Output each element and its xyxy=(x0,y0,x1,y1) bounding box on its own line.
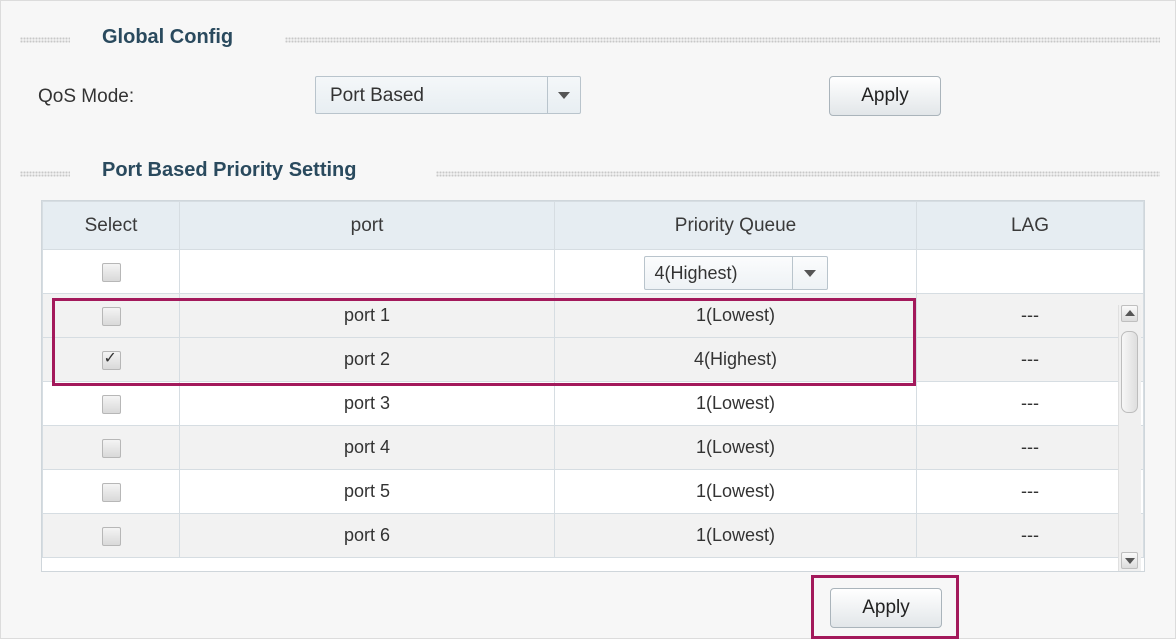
scrollbar-thumb[interactable] xyxy=(1121,331,1138,413)
bulk-port-cell xyxy=(179,249,555,294)
port-cell: port 3 xyxy=(179,381,555,426)
table-row[interactable]: port 5 1(Lowest) --- xyxy=(42,469,1144,514)
table-row[interactable]: port 6 1(Lowest) --- xyxy=(42,513,1144,558)
column-header-port[interactable]: port xyxy=(179,201,555,250)
priority-cell: 1(Lowest) xyxy=(554,425,917,470)
column-header-select[interactable]: Select xyxy=(42,201,180,250)
table-row[interactable]: port 4 1(Lowest) --- xyxy=(42,425,1144,470)
lag-cell: --- xyxy=(916,469,1144,514)
bulk-priority-select[interactable]: 4(Highest) xyxy=(643,255,828,290)
bulk-priority-value: 4(Highest) xyxy=(654,262,738,283)
priority-cell: 1(Lowest) xyxy=(554,381,917,426)
checkmark-icon: ✓ xyxy=(103,349,117,367)
qos-mode-label: QoS Mode: xyxy=(38,86,135,107)
lag-cell: --- xyxy=(916,293,1144,338)
section-divider xyxy=(436,171,1160,177)
port-cell: port 2 xyxy=(179,337,555,382)
row-checkbox[interactable] xyxy=(101,438,121,458)
column-header-priority[interactable]: Priority Queue xyxy=(554,201,917,250)
lag-cell: --- xyxy=(916,381,1144,426)
lag-cell: --- xyxy=(916,513,1144,558)
priority-cell: 4(Highest) xyxy=(554,337,917,382)
qos-mode-select[interactable]: Port Based xyxy=(315,76,581,114)
port-priority-apply-button[interactable]: Apply xyxy=(830,588,942,628)
table-row[interactable]: ✓ port 2 4(Highest) --- xyxy=(42,337,1144,382)
port-cell: port 5 xyxy=(179,469,555,514)
table-row[interactable]: port 1 1(Lowest) --- xyxy=(42,293,1144,338)
port-cell: port 4 xyxy=(179,425,555,470)
section-divider xyxy=(20,37,70,43)
bulk-config-row: 4(Highest) xyxy=(42,249,1144,294)
global-config-title: Global Config xyxy=(102,26,234,48)
bulk-lag-cell xyxy=(916,249,1144,294)
lag-cell: --- xyxy=(916,337,1144,382)
lag-cell: --- xyxy=(916,425,1144,470)
priority-cell: 1(Lowest) xyxy=(554,513,917,558)
chevron-down-icon[interactable] xyxy=(547,77,580,113)
priority-cell: 1(Lowest) xyxy=(554,293,917,338)
row-checkbox[interactable] xyxy=(101,482,121,502)
table-row[interactable]: port 3 1(Lowest) --- xyxy=(42,381,1144,426)
port-cell: port 6 xyxy=(179,513,555,558)
port-cell: port 1 xyxy=(179,293,555,338)
scroll-down-icon[interactable] xyxy=(1121,552,1138,569)
qos-mode-value: Port Based xyxy=(330,85,424,106)
row-checkbox[interactable]: ✓ xyxy=(101,349,121,370)
table-scrollbar[interactable] xyxy=(1118,305,1141,571)
row-checkbox[interactable] xyxy=(101,526,121,546)
row-checkbox[interactable] xyxy=(101,394,121,414)
scroll-up-icon[interactable] xyxy=(1121,305,1138,322)
global-apply-button[interactable]: Apply xyxy=(829,76,941,116)
row-checkbox[interactable] xyxy=(101,306,121,326)
section-divider xyxy=(285,37,1160,43)
select-all-checkbox[interactable] xyxy=(101,262,121,282)
column-header-lag[interactable]: LAG xyxy=(916,201,1144,250)
port-priority-table: Select port Priority Queue LAG 4(Highest… xyxy=(41,200,1145,572)
priority-cell: 1(Lowest) xyxy=(554,469,917,514)
chevron-down-icon[interactable] xyxy=(791,256,827,289)
port-priority-title: Port Based Priority Setting xyxy=(102,159,357,181)
section-divider xyxy=(20,171,70,177)
